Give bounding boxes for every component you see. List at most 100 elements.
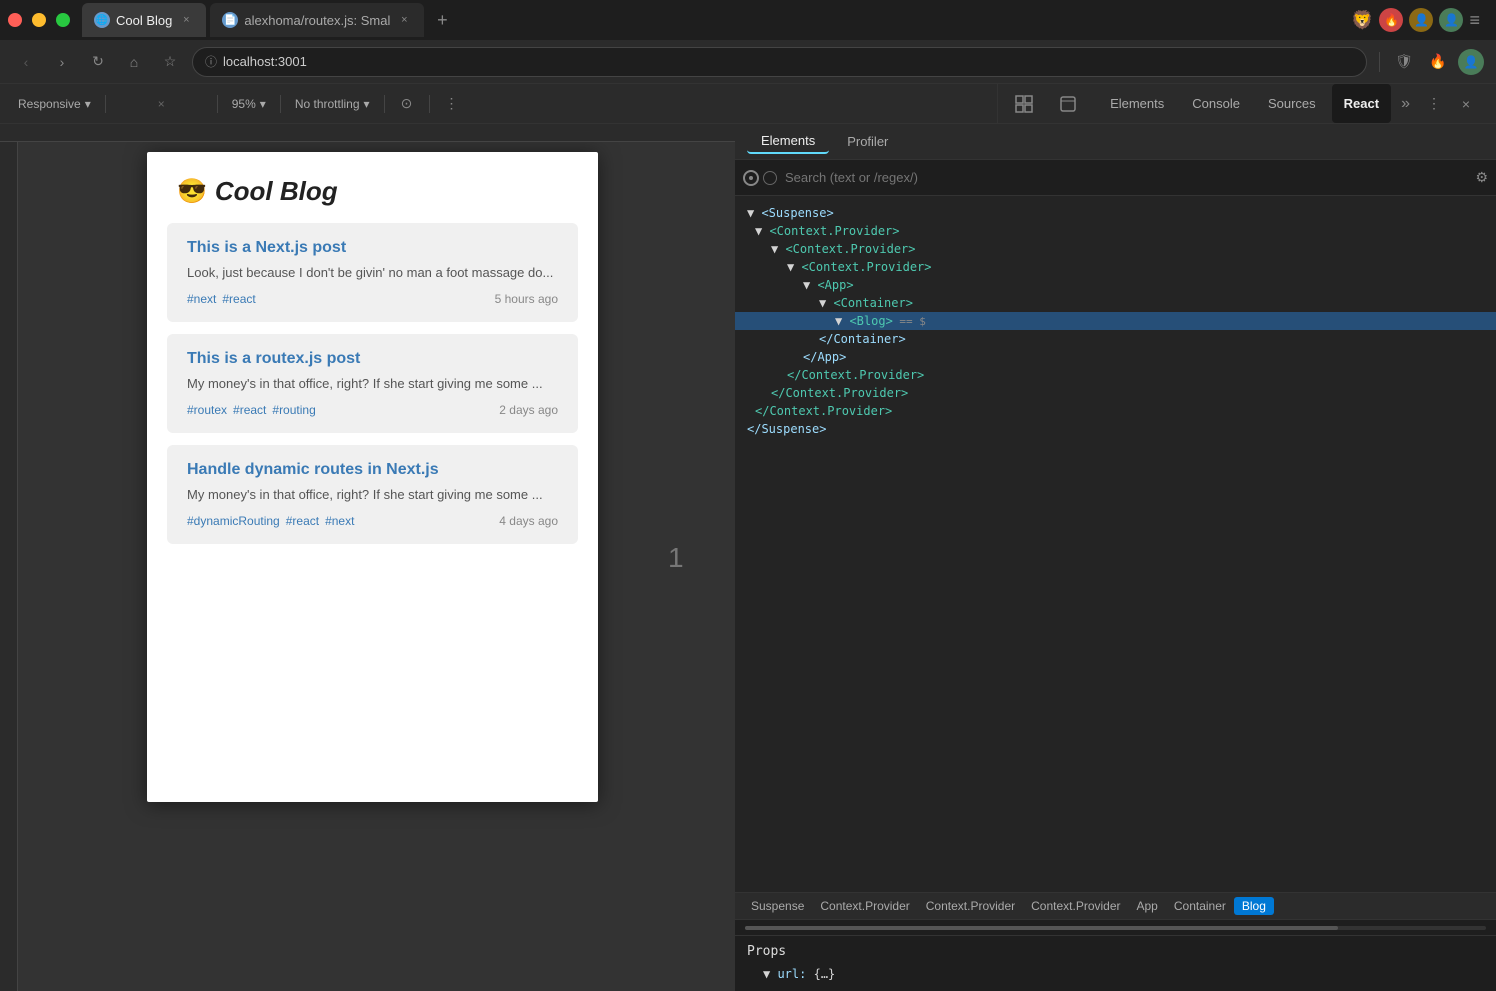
post-time-3: 4 days ago: [499, 514, 558, 528]
rotate-icon[interactable]: ⊙: [393, 90, 421, 118]
tree-container-close[interactable]: </Container>: [735, 330, 1496, 348]
post-title-3[interactable]: Handle dynamic routes in Next.js: [187, 461, 558, 479]
post-tags-3: #dynamicRouting #react #next: [187, 514, 354, 528]
tag-next-3[interactable]: #next: [325, 514, 354, 528]
post-title-2[interactable]: This is a routex.js post: [187, 350, 558, 368]
tab-title-1: Cool Blog: [116, 13, 172, 28]
width-input: 451: [114, 97, 150, 111]
panel-more-icon[interactable]: »: [1395, 95, 1416, 113]
center-number: 1: [668, 542, 684, 574]
tree-context1-open[interactable]: ▼ <Context.Provider>: [735, 222, 1496, 240]
window-max-btn[interactable]: [56, 13, 70, 27]
search-input[interactable]: [777, 170, 1475, 185]
post-excerpt-1: Look, just because I don't be givin' no …: [187, 265, 558, 280]
brave-rewards-icon[interactable]: 🔥: [1424, 48, 1452, 76]
post-tags-1: #next #react: [187, 292, 256, 306]
tree-blog[interactable]: ▼ <Blog> == $: [735, 312, 1496, 330]
address-text: localhost:3001: [223, 54, 307, 69]
tag-routing[interactable]: #routing: [272, 403, 315, 417]
profile-icon-2[interactable]: 👤: [1409, 8, 1433, 32]
tree-context1-close[interactable]: </Context.Provider>: [735, 402, 1496, 420]
panel-tab-sources[interactable]: Sources: [1256, 84, 1328, 123]
tab-favicon-2: 📄: [222, 12, 238, 28]
reload-button[interactable]: ↻: [84, 48, 112, 76]
breadcrumb-context2[interactable]: Context.Provider: [918, 897, 1023, 915]
height-value[interactable]: 585: [173, 97, 209, 111]
tag-react-2[interactable]: #react: [233, 403, 266, 417]
tag-routex[interactable]: #routex: [187, 403, 227, 417]
new-tab-button[interactable]: +: [428, 6, 456, 34]
devtools-panel: Elements Profiler ⚙ ▼ <Suspense>: [735, 124, 1496, 991]
window-close-btn[interactable]: [8, 13, 22, 27]
toolbar-separator-5: [429, 95, 430, 113]
window-controls: [8, 13, 70, 27]
tree-context2-close[interactable]: </Context.Provider>: [735, 384, 1496, 402]
tag-dynamic[interactable]: #dynamicRouting: [187, 514, 280, 528]
component-tree: ▼ <Suspense> ▼ <Context.Provider> ▼ <Con…: [735, 196, 1496, 892]
back-button[interactable]: ‹: [12, 48, 40, 76]
throttle-dropdown[interactable]: No throttling ▾: [289, 93, 376, 115]
post-time-2: 2 days ago: [499, 403, 558, 417]
subtab-profiler[interactable]: Profiler: [833, 130, 902, 153]
breadcrumb-container[interactable]: Container: [1166, 897, 1234, 915]
toolbar-separator-4: [384, 95, 385, 113]
search-ring-icon: [763, 171, 777, 185]
tag-next[interactable]: #next: [187, 292, 216, 306]
bookmark-button[interactable]: ☆: [156, 48, 184, 76]
toolbar-separator-3: [280, 95, 281, 113]
more-options-icon[interactable]: ⋮: [438, 90, 466, 118]
device-icon[interactable]: [1058, 94, 1078, 114]
tag-react-3[interactable]: #react: [286, 514, 319, 528]
post-excerpt-3: My money's in that office, right? If she…: [187, 487, 558, 502]
window-min-btn[interactable]: [32, 13, 46, 27]
tab-routex[interactable]: 📄 alexhoma/routex.js: Smal ×: [210, 3, 424, 37]
panel-tab-elements[interactable]: Elements: [1098, 84, 1176, 123]
scroll-track: [735, 920, 1496, 936]
subtab-elements[interactable]: Elements: [747, 129, 829, 154]
tree-context2-open[interactable]: ▼ <Context.Provider>: [735, 240, 1496, 258]
brave-shield-icon[interactable]: 🛡: [1390, 48, 1418, 76]
breadcrumb-app[interactable]: App: [1129, 897, 1166, 915]
forward-button[interactable]: ›: [48, 48, 76, 76]
dimension-separator: ×: [158, 97, 165, 111]
post-title-1[interactable]: This is a Next.js post: [187, 239, 558, 257]
home-button[interactable]: ⌂: [120, 48, 148, 76]
search-settings-icon[interactable]: ⚙: [1475, 169, 1488, 186]
breadcrumb-suspense[interactable]: Suspense: [743, 897, 812, 915]
responsive-dropdown[interactable]: Responsive ▾: [12, 93, 97, 115]
profile-icon-1[interactable]: 🔥: [1379, 8, 1403, 32]
user-profile-icon[interactable]: 👤: [1458, 49, 1484, 75]
profile-icon-3[interactable]: 👤: [1439, 8, 1463, 32]
tree-suspense-open[interactable]: ▼ <Suspense>: [735, 204, 1496, 222]
inspect-icon[interactable]: [1014, 94, 1034, 114]
devtools-close-icon[interactable]: ×: [1452, 90, 1480, 118]
tab-close-1[interactable]: ×: [178, 12, 194, 28]
tree-context3-open[interactable]: ▼ <Context.Provider>: [735, 258, 1496, 276]
devtools-panel-tabs: Elements Console Sources React » ⋮ ×: [998, 84, 1496, 123]
breadcrumb-context3[interactable]: Context.Provider: [1023, 897, 1128, 915]
props-title: Props: [747, 944, 1484, 959]
devtools-settings-icon[interactable]: ⋮: [1420, 90, 1448, 118]
tree-app-close[interactable]: </App>: [735, 348, 1496, 366]
breadcrumb-blog[interactable]: Blog: [1234, 897, 1274, 915]
panel-tab-console[interactable]: Console: [1180, 84, 1252, 123]
tree-container-open[interactable]: ▼ <Container>: [735, 294, 1496, 312]
tab-close-2[interactable]: ×: [396, 12, 412, 28]
responsive-label: Responsive: [18, 97, 81, 111]
tree-suspense-close[interactable]: </Suspense>: [735, 420, 1496, 438]
menu-icon[interactable]: ≡: [1469, 10, 1480, 31]
tree-context3-close[interactable]: </Context.Provider>: [735, 366, 1496, 384]
page-frame: 😎 Cool Blog This is a Next.js post Look,…: [147, 152, 598, 802]
nav-bar: ‹ › ↻ ⌂ ☆ ⓘ localhost:3001 🛡 🔥 👤: [0, 40, 1496, 84]
zoom-dropdown[interactable]: 95% ▾: [226, 93, 272, 115]
panel-tab-react[interactable]: React: [1332, 84, 1391, 123]
tree-app-open[interactable]: ▼ <App>: [735, 276, 1496, 294]
address-bar[interactable]: ⓘ localhost:3001: [192, 47, 1367, 77]
scroll-bar[interactable]: [745, 926, 1486, 930]
post-card-2: This is a routex.js post My money's in t…: [167, 334, 578, 433]
tab-cool-blog[interactable]: 🌐 Cool Blog ×: [82, 3, 206, 37]
width-value[interactable]: 451: [114, 97, 150, 111]
breadcrumb-context1[interactable]: Context.Provider: [812, 897, 917, 915]
nav-right-icons: 🛡 🔥 👤: [1375, 48, 1484, 76]
tag-react-1[interactable]: #react: [222, 292, 255, 306]
